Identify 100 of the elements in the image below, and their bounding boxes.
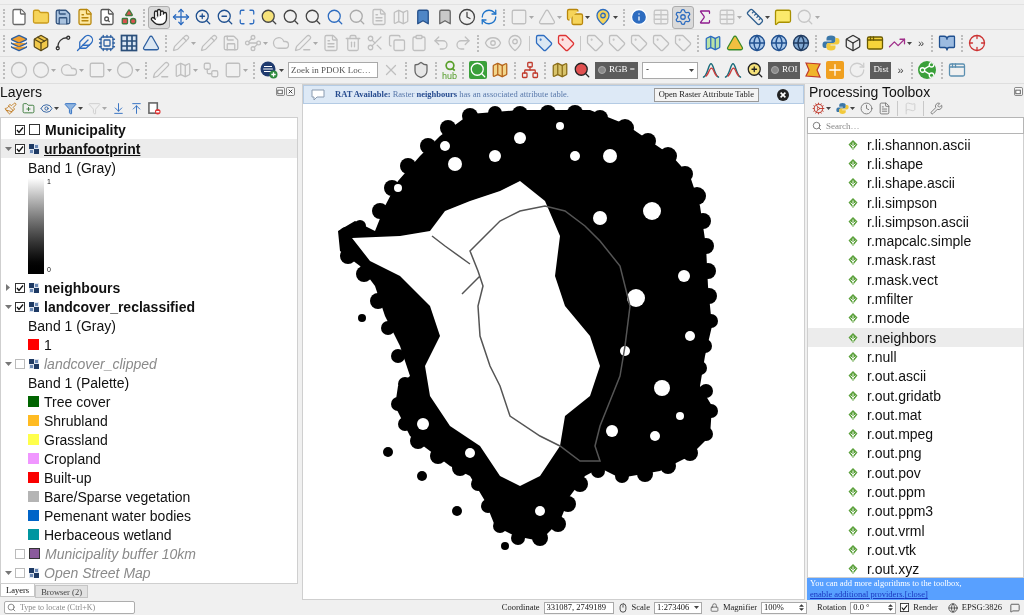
map-icon [551,61,570,79]
hand-icon [150,8,168,26]
legend-label: Pemenant water bodies [44,508,192,523]
algorithm-item[interactable]: r.li.shape [808,154,1023,174]
algorithm-item[interactable]: r.out.vrml [808,520,1023,541]
more-button[interactable]: » [893,61,908,79]
algorithm-item[interactable]: r.li.shannon.ascii [808,135,1023,155]
square-icon [510,8,528,26]
locator-field[interactable]: Type to locate (Ctrl+K) [4,601,135,614]
checkbox[interactable] [15,358,25,369]
magnifier-icon [282,8,300,26]
box-icon [32,34,50,52]
lock-icon[interactable] [710,603,719,612]
layer-row[interactable]: landcover_reclassified [1,297,297,316]
diamond-icon [847,138,859,151]
circle-icon [10,61,28,79]
stacked-squares-icon [566,8,584,26]
layer-row[interactable]: urbanfootprint [1,139,297,158]
scale-dropdown[interactable]: 1:273406 [654,601,702,614]
algorithm-item[interactable]: r.mfilter [808,289,1023,309]
algorithm-item[interactable]: r.out.png [808,443,1023,464]
dropdown[interactable]: - [641,61,698,79]
checkbox[interactable] [15,124,25,135]
layer-row[interactable]: Municipality buffer 10km [1,544,297,563]
checkbox[interactable] [15,567,25,578]
algorithm-item[interactable]: r.out.xyz [808,559,1023,577]
caret-icon [78,106,83,110]
algorithm-item[interactable]: r.mode [808,308,1023,328]
more-button[interactable]: » [914,34,929,52]
algorithm-item[interactable]: r.out.pov [808,463,1023,483]
crs-label[interactable]: EPSG:3826 [961,603,1002,612]
checkbox[interactable] [900,603,910,612]
legend-label: Grassland [44,432,108,447]
caret-down-icon[interactable] [4,146,12,151]
checkbox[interactable] [15,282,25,293]
caret-icon [263,41,268,45]
panel-tab[interactable]: Layers [0,584,36,597]
magnifier-label: Magnifier [723,603,757,612]
caret-right-icon[interactable] [6,284,10,291]
algorithm-item[interactable]: r.neighbors [808,327,1023,348]
algorithm-item[interactable]: r.li.shape.ascii [808,173,1023,193]
rotation-field[interactable]: 0.0 ° [850,601,897,614]
tool-button[interactable] [148,5,170,29]
checker-icon [29,282,39,293]
caret-down-icon[interactable] [4,304,12,309]
magnifier-icon [796,8,814,26]
panel-tab[interactable]: Browser (2) [35,585,88,598]
algorithm-item[interactable]: r.out.ppm3 [808,501,1023,521]
spin-arrows-icon[interactable] [888,603,894,612]
algorithm-item[interactable]: r.out.ppm [808,482,1023,502]
toggle-button[interactable]: ROI [767,61,801,79]
toggle-button[interactable]: Dist [870,61,892,79]
close-icon[interactable] [286,87,295,96]
algorithm-item[interactable]: r.null [808,347,1023,367]
caret-down-icon[interactable] [4,570,12,575]
caret-down-icon[interactable] [4,361,12,366]
checkbox[interactable] [15,301,25,312]
enable-providers-link[interactable]: enable additional providers. [810,589,905,599]
algorithm-item[interactable]: r.out.ascii [808,366,1023,386]
gear-icon [812,101,825,115]
layer-row[interactable]: landcover_clipped [1,354,297,373]
mouse-icon[interactable] [617,602,628,613]
caret-icon [694,606,699,609]
float-icon[interactable] [1014,87,1023,96]
speech-bubble-icon[interactable] [1010,602,1020,613]
algorithm-item[interactable]: r.mask.rast [808,250,1023,271]
caret-icon [737,15,742,19]
magnifier-field[interactable]: 100% [761,601,807,614]
diamond-icon [847,543,859,556]
coordinate-field[interactable]: 331087, 2749189 [543,601,614,614]
algorithm-item[interactable]: r.li.simpson [808,192,1023,213]
float-icon[interactable] [276,87,285,96]
checkbox[interactable] [15,143,25,154]
book-icon [938,34,957,52]
magnifier-icon [326,8,344,26]
algorithm-item[interactable]: r.out.gridatb [808,385,1023,406]
magnifier-icon [348,8,366,26]
layer-row[interactable]: Municipality [1,120,297,139]
layer-row[interactable]: Open Street Map [1,563,297,582]
caret-icon [102,106,107,110]
search-field[interactable]: Search… [807,117,1024,134]
algorithm-item[interactable]: r.mapcalc.simple [808,231,1023,251]
spin-arrows-icon[interactable] [799,603,804,612]
algorithm-item[interactable]: r.out.mat [808,405,1023,425]
globe-icon[interactable] [947,602,958,613]
toggle-button[interactable]: RGB = [595,61,638,79]
settings-icon [674,8,692,26]
open-table-button[interactable]: Open Raster Attribute Table [653,87,759,102]
tag-icon [586,34,604,52]
algorithm-item[interactable]: r.out.mpeg [808,424,1023,444]
algorithm-item[interactable]: r.mask.vect [808,270,1023,290]
checkbox[interactable] [15,548,25,559]
crosshair-icon [968,34,987,52]
algorithm-item[interactable]: r.li.simpson.ascii [808,212,1023,232]
diamond-icon [847,389,859,402]
layer-row[interactable]: neighbours [1,278,297,297]
caret-icon [54,106,59,110]
close-icon[interactable] [777,88,789,101]
search-field[interactable]: Zoek in PDOK Loc… [288,62,378,78]
algorithm-item[interactable]: r.out.vtk [808,540,1023,560]
